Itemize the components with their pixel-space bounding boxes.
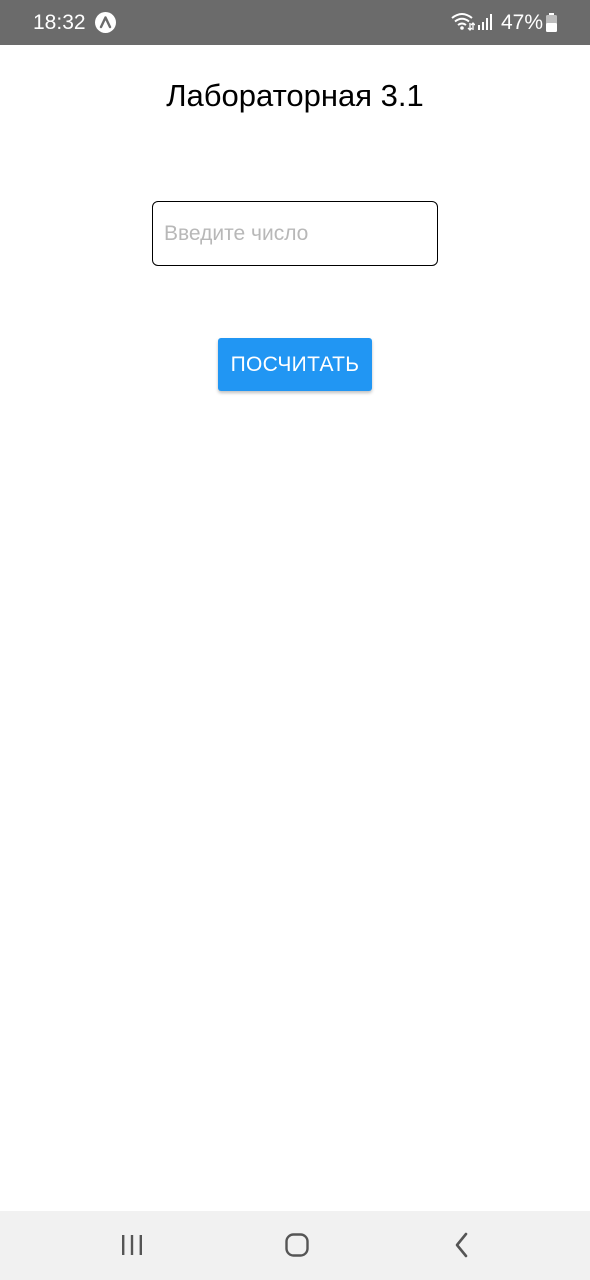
app-screen: 18:32 47% Лабораторная 3.1 Введите число… bbox=[0, 0, 590, 1280]
page-title: Лабораторная 3.1 bbox=[166, 78, 424, 113]
battery-percent: 47% bbox=[501, 11, 544, 34]
calculate-button[interactable]: ПОСЧИТАТЬ bbox=[218, 338, 372, 391]
status-bar: 18:32 47% bbox=[0, 0, 590, 45]
battery-icon bbox=[545, 13, 558, 38]
number-input[interactable] bbox=[152, 201, 438, 266]
home-icon bbox=[285, 1233, 309, 1257]
back-button[interactable] bbox=[440, 1225, 484, 1265]
wifi-icon bbox=[451, 12, 476, 37]
signal-icon bbox=[477, 13, 495, 36]
recents-icon bbox=[122, 1235, 142, 1255]
a-launcher-icon bbox=[95, 12, 116, 33]
status-time: 18:32 bbox=[33, 11, 86, 34]
recents-button[interactable] bbox=[110, 1225, 154, 1265]
home-button[interactable] bbox=[275, 1225, 319, 1265]
back-icon bbox=[455, 1232, 468, 1258]
navigation-bar bbox=[0, 1211, 590, 1280]
